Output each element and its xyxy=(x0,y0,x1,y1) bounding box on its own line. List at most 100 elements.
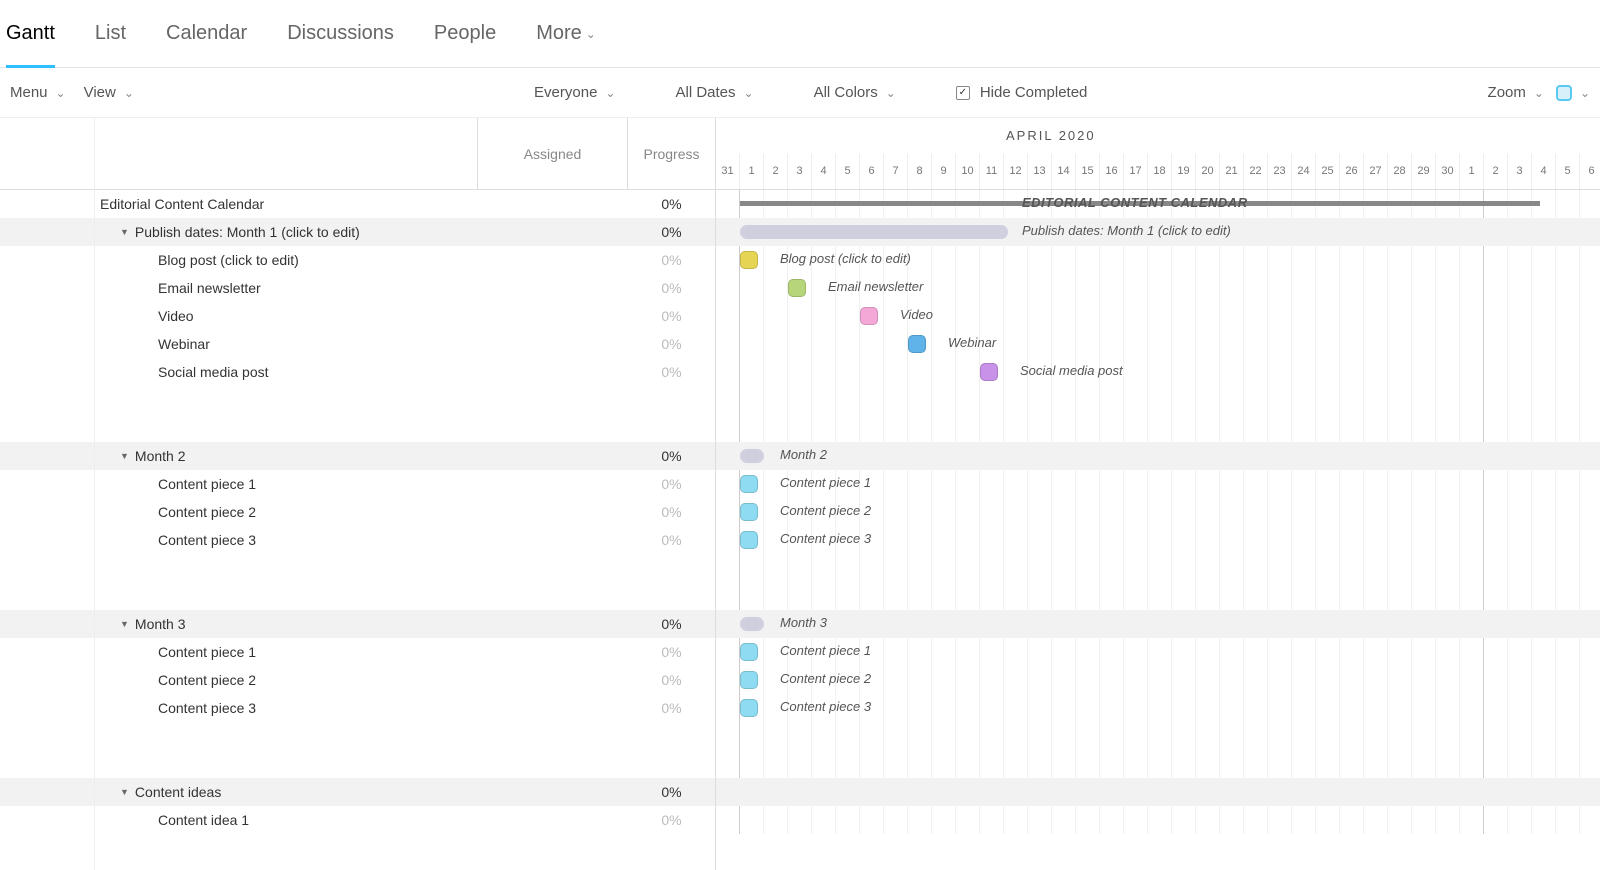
day-header-cell[interactable]: 20 xyxy=(1196,154,1220,190)
task-bar[interactable] xyxy=(740,251,758,269)
timeline-row xyxy=(716,722,1600,750)
day-header-cell[interactable]: 6 xyxy=(1580,154,1600,190)
day-header-cell[interactable]: 30 xyxy=(1436,154,1460,190)
day-header-cell[interactable]: 7 xyxy=(884,154,908,190)
timeline-row xyxy=(716,750,1600,778)
timeline-label: Content piece 2 xyxy=(780,671,871,686)
day-header-cell[interactable]: 5 xyxy=(836,154,860,190)
day-header-cell[interactable]: 3 xyxy=(1508,154,1532,190)
filter-colors[interactable]: All Colors⌄ xyxy=(814,84,896,101)
row-name: Content piece 1 xyxy=(0,476,478,492)
group-row[interactable]: ▼Month 30% xyxy=(0,610,715,638)
day-header-cell[interactable]: 11 xyxy=(980,154,1004,190)
timeline-label: Content piece 2 xyxy=(780,503,871,518)
task-bar[interactable] xyxy=(980,363,998,381)
tab-more[interactable]: More⌄ xyxy=(536,0,596,68)
day-header-cell[interactable]: 1 xyxy=(740,154,764,190)
filter-colors-label: All Colors xyxy=(814,84,878,101)
day-header-cell[interactable]: 18 xyxy=(1148,154,1172,190)
tab-discussions[interactable]: Discussions xyxy=(287,0,394,68)
day-header-cell[interactable]: 3 xyxy=(788,154,812,190)
collapse-toggle-icon[interactable]: ▼ xyxy=(120,787,129,797)
day-header-cell[interactable]: 21 xyxy=(1220,154,1244,190)
hide-completed-toggle[interactable]: ✓Hide Completed xyxy=(956,84,1088,101)
task-bar[interactable] xyxy=(740,643,758,661)
chevron-down-icon: ⌄ xyxy=(1534,86,1544,100)
day-header-cell[interactable]: 8 xyxy=(908,154,932,190)
task-bar[interactable] xyxy=(740,699,758,717)
timeline-label: Social media post xyxy=(1020,363,1123,378)
day-header-cell[interactable]: 2 xyxy=(1484,154,1508,190)
tab-calendar[interactable]: Calendar xyxy=(166,0,247,68)
group-row[interactable]: ▼Publish dates: Month 1 (click to edit)0… xyxy=(0,218,715,246)
checkbox-checked-icon: ✓ xyxy=(956,86,970,100)
row-label: Content piece 3 xyxy=(158,700,256,716)
collapse-toggle-icon[interactable]: ▼ xyxy=(120,451,129,461)
row-label: Content idea 1 xyxy=(158,812,249,828)
task-row[interactable]: Content piece 30% xyxy=(0,694,715,722)
day-header-cell[interactable]: 13 xyxy=(1028,154,1052,190)
day-header-cell[interactable]: 16 xyxy=(1100,154,1124,190)
tab-list[interactable]: List xyxy=(95,0,126,68)
filter-everyone[interactable]: Everyone⌄ xyxy=(534,84,615,101)
task-row[interactable]: Content piece 10% xyxy=(0,638,715,666)
days-header: 3112345678910111213141516171819202122232… xyxy=(716,154,1600,190)
task-bar[interactable] xyxy=(740,671,758,689)
collapse-toggle-icon[interactable]: ▼ xyxy=(120,619,129,629)
day-header-cell[interactable]: 12 xyxy=(1004,154,1028,190)
day-header-cell[interactable]: 14 xyxy=(1052,154,1076,190)
task-bar[interactable] xyxy=(788,279,806,297)
row-label: Video xyxy=(158,308,194,324)
filter-dates[interactable]: All Dates⌄ xyxy=(675,84,753,101)
group-bar[interactable] xyxy=(740,449,764,463)
day-header-cell[interactable]: 24 xyxy=(1292,154,1316,190)
row-label: Content ideas xyxy=(135,784,221,800)
tab-people[interactable]: People xyxy=(434,0,496,68)
day-header-cell[interactable]: 4 xyxy=(1532,154,1556,190)
collapse-toggle-icon[interactable]: ▼ xyxy=(120,227,129,237)
task-bar[interactable] xyxy=(908,335,926,353)
day-header-cell[interactable]: 10 xyxy=(956,154,980,190)
day-header-cell[interactable]: 5 xyxy=(1556,154,1580,190)
view-dropdown[interactable]: View⌄ xyxy=(84,84,134,101)
tab-gantt[interactable]: Gantt xyxy=(6,0,55,68)
menu-dropdown[interactable]: Menu⌄ xyxy=(10,84,66,101)
task-row[interactable]: Content idea 10% xyxy=(0,806,715,834)
day-header-cell[interactable]: 9 xyxy=(932,154,956,190)
group-row[interactable]: ▼Month 20% xyxy=(0,442,715,470)
group-bar[interactable] xyxy=(740,617,764,631)
day-header-cell[interactable]: 6 xyxy=(860,154,884,190)
task-bar[interactable] xyxy=(860,307,878,325)
project-row[interactable]: Editorial Content Calendar0% xyxy=(0,190,715,218)
task-row[interactable]: Content piece 10% xyxy=(0,470,715,498)
task-row[interactable]: Video0% xyxy=(0,302,715,330)
day-header-cell[interactable]: 19 xyxy=(1172,154,1196,190)
group-bar[interactable] xyxy=(740,225,1008,239)
zoom-dropdown[interactable]: Zoom⌄ xyxy=(1488,84,1544,101)
task-row[interactable]: Content piece 20% xyxy=(0,666,715,694)
day-header-cell[interactable]: 23 xyxy=(1268,154,1292,190)
day-header-cell[interactable]: 26 xyxy=(1340,154,1364,190)
task-bar[interactable] xyxy=(740,475,758,493)
day-header-cell[interactable]: 22 xyxy=(1244,154,1268,190)
task-bar[interactable] xyxy=(740,503,758,521)
day-header-cell[interactable]: 2 xyxy=(764,154,788,190)
day-header-cell[interactable]: 15 xyxy=(1076,154,1100,190)
color-picker[interactable]: ⌄ xyxy=(1556,85,1590,101)
task-row[interactable]: Email newsletter0% xyxy=(0,274,715,302)
day-header-cell[interactable]: 31 xyxy=(716,154,740,190)
day-header-cell[interactable]: 27 xyxy=(1364,154,1388,190)
group-row[interactable]: ▼Content ideas0% xyxy=(0,778,715,806)
task-row[interactable]: Content piece 20% xyxy=(0,498,715,526)
day-header-cell[interactable]: 28 xyxy=(1388,154,1412,190)
task-row[interactable]: Webinar0% xyxy=(0,330,715,358)
day-header-cell[interactable]: 1 xyxy=(1460,154,1484,190)
day-header-cell[interactable]: 17 xyxy=(1124,154,1148,190)
day-header-cell[interactable]: 29 xyxy=(1412,154,1436,190)
task-row[interactable]: Blog post (click to edit)0% xyxy=(0,246,715,274)
task-row[interactable]: Content piece 30% xyxy=(0,526,715,554)
task-bar[interactable] xyxy=(740,531,758,549)
day-header-cell[interactable]: 4 xyxy=(812,154,836,190)
task-row[interactable]: Social media post0% xyxy=(0,358,715,386)
day-header-cell[interactable]: 25 xyxy=(1316,154,1340,190)
